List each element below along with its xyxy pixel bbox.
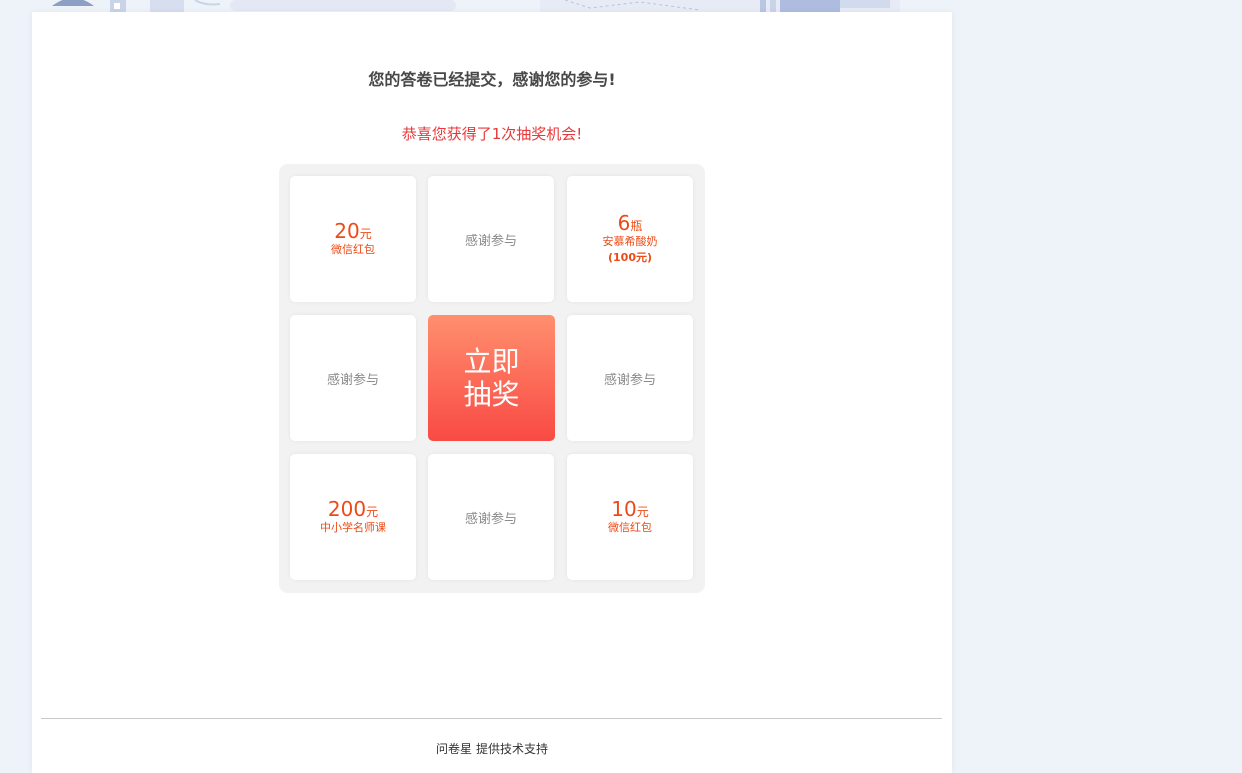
prize-amount: 200 bbox=[327, 497, 367, 522]
thanks-cell: 感谢参与 bbox=[567, 315, 693, 441]
thanks-label: 感谢参与 bbox=[464, 511, 517, 527]
thanks-cell: 感谢参与 bbox=[290, 315, 416, 441]
prize-unit: 元 bbox=[366, 505, 379, 520]
footer: 问卷星 提供技术支持 bbox=[32, 740, 952, 757]
draw-button-label: 立即抽奖 bbox=[463, 345, 520, 411]
draw-button[interactable]: 立即抽奖 bbox=[428, 315, 555, 441]
prize-value: (100元) bbox=[607, 251, 653, 264]
prize-amount: 20 bbox=[334, 219, 360, 244]
prize-unit: 瓶 bbox=[630, 219, 643, 234]
prize-cell-wechat-20: 20元 微信红包 bbox=[290, 176, 416, 302]
prize-unit: 元 bbox=[359, 227, 372, 242]
prize-cell-yogurt: 6瓶 安慕希酸奶 (100元) bbox=[567, 176, 693, 302]
thanks-cell: 感谢参与 bbox=[428, 176, 554, 302]
lottery-grid: 20元 微信红包 感谢参与 6瓶 安慕希酸奶 (100元) 感谢参与 立即抽奖 … bbox=[279, 164, 705, 593]
footer-divider bbox=[41, 718, 942, 719]
prize-desc: 中小学名师课 bbox=[320, 521, 386, 535]
prize-amount: 6 bbox=[617, 211, 631, 236]
result-card: 您的答卷已经提交，感谢您的参与! 恭喜您获得了1次抽奖机会! 20元 微信红包 … bbox=[32, 12, 952, 773]
prize-cell-course-200: 200元 中小学名师课 bbox=[290, 454, 416, 580]
prize-desc: 微信红包 bbox=[331, 243, 375, 257]
thanks-cell: 感谢参与 bbox=[428, 454, 554, 580]
prize-amount: 10 bbox=[611, 497, 637, 522]
prize-unit: 元 bbox=[636, 505, 649, 520]
thanks-label: 感谢参与 bbox=[326, 372, 379, 388]
footer-text: 提供技术支持 bbox=[476, 742, 549, 756]
page-title: 您的答卷已经提交，感谢您的参与! bbox=[368, 70, 616, 89]
prize-desc: 安慕希酸奶 bbox=[602, 235, 658, 249]
footer-brand-link[interactable]: 问卷星 bbox=[436, 742, 472, 756]
thanks-label: 感谢参与 bbox=[603, 372, 656, 388]
thanks-label: 感谢参与 bbox=[464, 233, 517, 249]
congrats-message: 恭喜您获得了1次抽奖机会! bbox=[401, 125, 583, 143]
prize-desc: 微信红包 bbox=[608, 521, 652, 535]
prize-cell-wechat-10: 10元 微信红包 bbox=[567, 454, 693, 580]
